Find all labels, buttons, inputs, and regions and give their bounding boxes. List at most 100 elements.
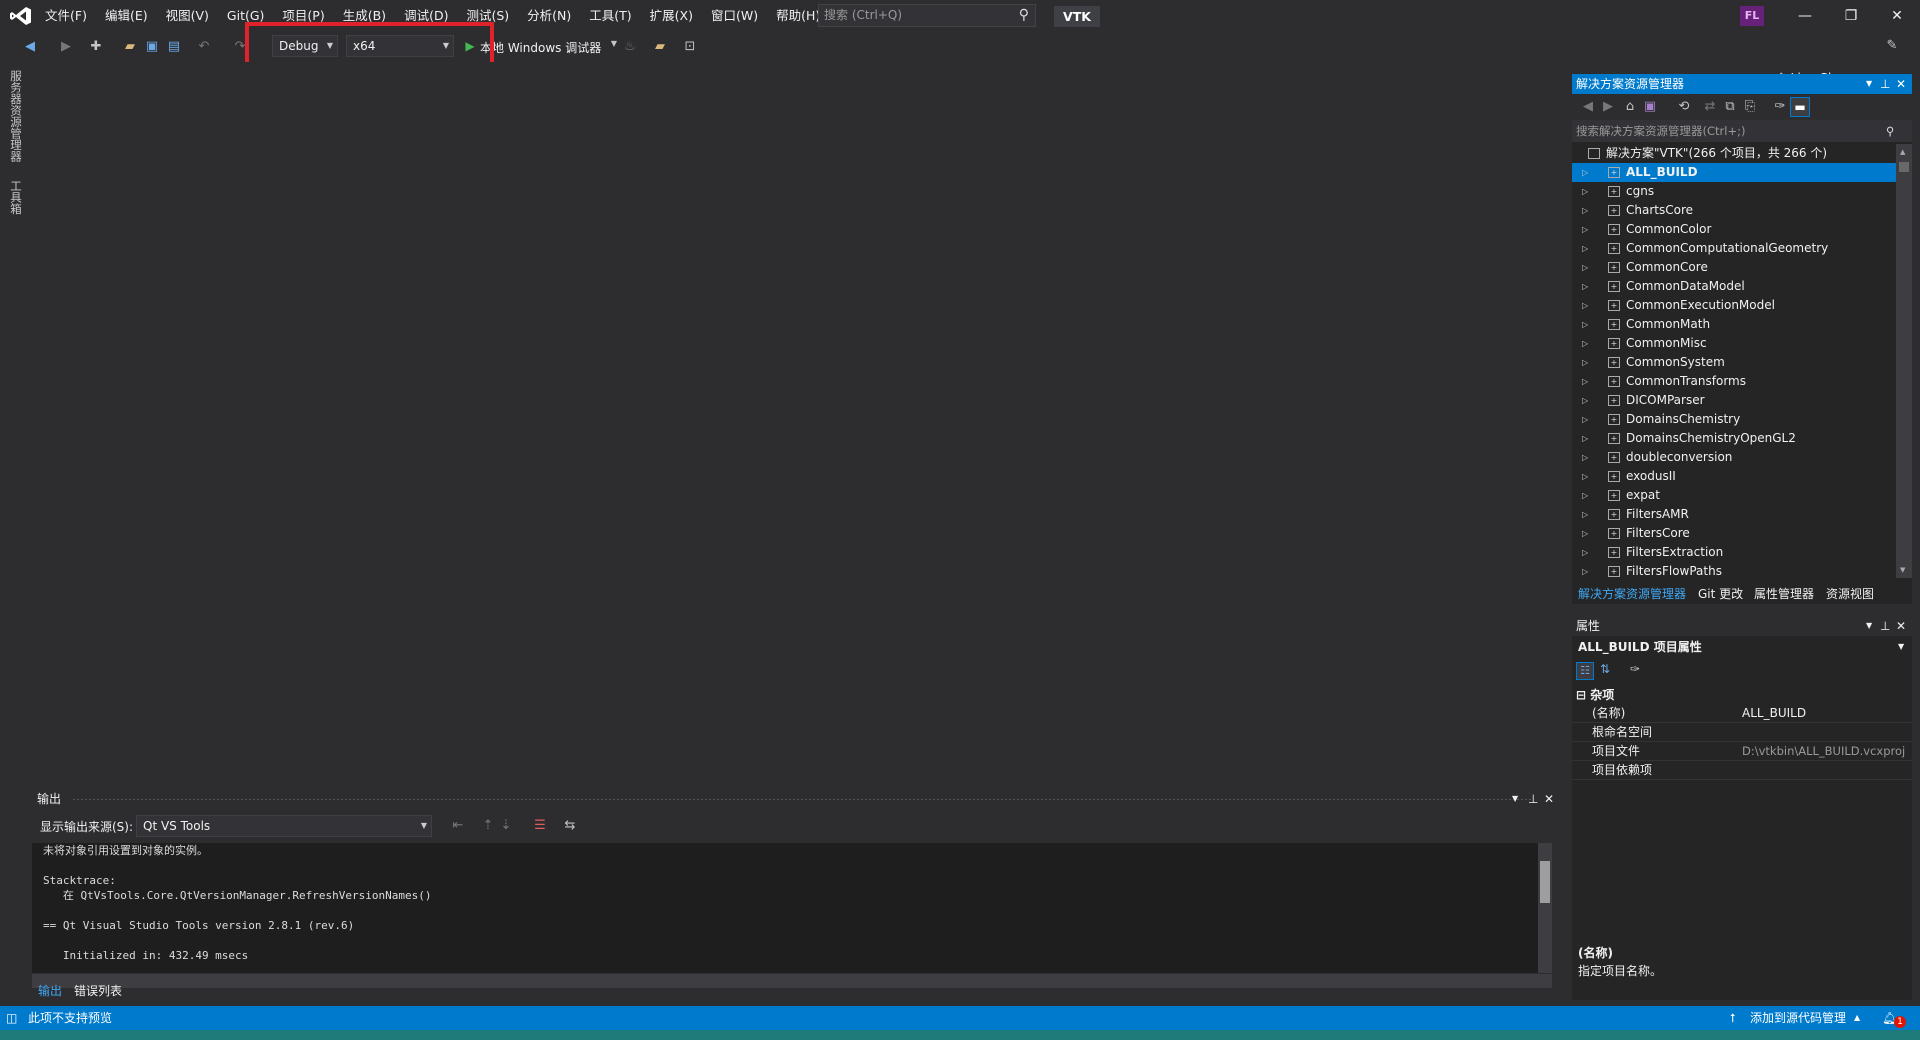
sync-icon[interactable]: ⇄ — [1702, 99, 1718, 114]
properties-wrench-icon[interactable]: ✑ — [1772, 99, 1788, 114]
minimize-button[interactable]: — — [1782, 0, 1828, 32]
restore-button[interactable]: ❐ — [1828, 0, 1874, 32]
find-message-icon[interactable]: ⇤ — [450, 818, 466, 833]
tree-item[interactable]: ▷ + FiltersAMR — [1572, 505, 1896, 524]
forward-icon[interactable]: ▶ — [1600, 99, 1616, 114]
expand-arrow-icon[interactable]: ▷ — [1582, 277, 1588, 296]
expand-arrow-icon[interactable]: ▷ — [1582, 562, 1588, 579]
scroll-thumb[interactable] — [1540, 861, 1550, 903]
clear-all-icon[interactable]: ☰ — [532, 818, 548, 833]
tree-item[interactable]: ▷ + CommonMath — [1572, 315, 1896, 334]
categorized-icon[interactable]: ☷ — [1576, 662, 1594, 680]
save-icon[interactable]: ▣ — [144, 39, 160, 54]
tree-item[interactable]: ▷ + FiltersFlowPaths — [1572, 562, 1896, 579]
tree-item[interactable]: ▷ + CommonExecutionModel — [1572, 296, 1896, 315]
collapse-all-icon[interactable]: ⧉ — [1722, 99, 1738, 114]
tab-solution-explorer[interactable]: 解决方案资源管理器 — [1578, 584, 1686, 604]
close-icon[interactable]: ✕ — [1896, 616, 1906, 636]
expand-arrow-icon[interactable]: ▷ — [1582, 201, 1588, 220]
next-message-icon[interactable]: ⇣ — [498, 818, 514, 833]
alphabetical-icon[interactable]: ⇅ — [1600, 662, 1610, 676]
browse-icon[interactable]: ▰ — [652, 39, 668, 54]
toolbox-tab[interactable]: 工具箱 — [8, 180, 24, 215]
property-row[interactable]: 项目依赖项 — [1572, 761, 1912, 780]
tree-item[interactable]: ▷ + cgns — [1572, 182, 1896, 201]
tree-item[interactable]: ▷ + CommonComputationalGeometry — [1572, 239, 1896, 258]
forward-icon[interactable]: ▶ — [58, 39, 74, 54]
property-category[interactable]: ⊟ 杂项 — [1576, 686, 1614, 703]
tree-item[interactable]: ▷ + exodusII — [1572, 467, 1896, 486]
pin-icon[interactable]: ⊥ — [1880, 616, 1890, 636]
chevron-down-icon[interactable]: ▼ — [1866, 616, 1872, 636]
dock-grip[interactable] — [72, 798, 1532, 801]
back-icon[interactable]: ◀ — [22, 39, 38, 54]
tab-property-manager[interactable]: 属性管理器 — [1754, 584, 1814, 604]
menu-edit[interactable]: 编辑(E) — [96, 0, 157, 32]
tree-item[interactable]: ▷ + CommonMisc — [1572, 334, 1896, 353]
prev-message-icon[interactable]: ⇡ — [480, 818, 496, 833]
pin-icon[interactable]: ⊥ — [1528, 788, 1538, 810]
chevron-up-icon[interactable]: ▲ — [1854, 1006, 1860, 1030]
scroll-down-icon[interactable]: ▼ — [1900, 566, 1905, 574]
expand-arrow-icon[interactable]: ▷ — [1582, 258, 1588, 277]
preview-selected-icon[interactable]: ▬ — [1790, 97, 1810, 117]
tree-item[interactable]: ▷ + ALL_BUILD — [1572, 163, 1896, 182]
tree-item[interactable]: ▷ + DomainsChemistry — [1572, 410, 1896, 429]
tree-item[interactable]: ▷ + DomainsChemistryOpenGL2 — [1572, 429, 1896, 448]
open-folder-icon[interactable]: ▰ — [122, 39, 138, 54]
expand-arrow-icon[interactable]: ▷ — [1582, 372, 1588, 391]
tree-item[interactable]: ▷ + CommonColor — [1572, 220, 1896, 239]
menu-extensions[interactable]: 扩展(X) — [641, 0, 702, 32]
tree-item[interactable]: ▷ + ChartsCore — [1572, 201, 1896, 220]
pin-icon[interactable]: ⊥ — [1880, 74, 1890, 94]
expand-arrow-icon[interactable]: ▷ — [1582, 543, 1588, 562]
menu-view[interactable]: 视图(V) — [157, 0, 218, 32]
feedback-icon[interactable]: ✎ — [1884, 38, 1900, 53]
show-all-files-icon[interactable]: ⎘ — [1742, 99, 1758, 114]
server-explorer-tab[interactable]: 服务器资源管理器 — [8, 70, 24, 162]
start-debug-button[interactable]: 本地 Windows 调试器 — [480, 39, 601, 56]
pending-changes-icon[interactable]: ⟲ — [1676, 99, 1692, 114]
expand-arrow-icon[interactable]: ▷ — [1582, 429, 1588, 448]
expand-arrow-icon[interactable]: ▷ — [1582, 486, 1588, 505]
undo-icon[interactable]: ↶ — [196, 39, 212, 54]
property-pages-icon[interactable]: ✑ — [1630, 662, 1640, 676]
tree-item[interactable]: ▷ + CommonCore — [1572, 258, 1896, 277]
new-item-icon[interactable]: ✚ — [88, 39, 104, 54]
tree-item[interactable]: ▷ + DICOMParser — [1572, 391, 1896, 410]
tree-item[interactable]: ▷ + expat — [1572, 486, 1896, 505]
expand-arrow-icon[interactable]: ▷ — [1582, 239, 1588, 258]
tab-resource-view[interactable]: 资源视图 — [1826, 584, 1874, 604]
expand-arrow-icon[interactable]: ▷ — [1582, 220, 1588, 239]
tree-item[interactable]: ▷ + CommonTransforms — [1572, 372, 1896, 391]
expand-arrow-icon[interactable]: ▷ — [1582, 315, 1588, 334]
expand-arrow-icon[interactable]: ▷ — [1582, 467, 1588, 486]
close-icon[interactable]: ✕ — [1896, 74, 1906, 94]
switch-views-icon[interactable]: ▣ — [1642, 99, 1658, 114]
add-to-source-control-button[interactable]: 添加到源代码管理 — [1750, 1006, 1846, 1030]
expand-arrow-icon[interactable]: ▷ — [1582, 163, 1588, 182]
property-row[interactable]: 项目文件 D:\vtkbin\ALL_BUILD.vcxproj — [1572, 742, 1912, 761]
output-source-dropdown[interactable]: Qt VS Tools ▼ — [136, 815, 432, 837]
tree-item[interactable]: ▷ + FiltersExtraction — [1572, 543, 1896, 562]
tab-error-list[interactable]: 错误列表 — [74, 982, 122, 999]
menu-analyze[interactable]: 分析(N) — [518, 0, 580, 32]
close-button[interactable]: ✕ — [1874, 0, 1920, 32]
chevron-down-icon[interactable]: ▼ — [1512, 788, 1518, 810]
expand-arrow-icon[interactable]: ▷ — [1582, 353, 1588, 372]
property-row[interactable]: (名称) ALL_BUILD — [1572, 704, 1912, 723]
expand-arrow-icon[interactable]: ▷ — [1582, 524, 1588, 543]
output-scrollbar[interactable] — [1538, 843, 1552, 973]
word-wrap-icon[interactable]: ⇆ — [562, 818, 578, 833]
user-avatar[interactable]: FL — [1740, 6, 1764, 26]
expand-arrow-icon[interactable]: ▷ — [1582, 410, 1588, 429]
expand-arrow-icon[interactable]: ▷ — [1582, 182, 1588, 201]
tree-item[interactable]: ▷ + FiltersCore — [1572, 524, 1896, 543]
solution-search-input[interactable]: 搜索解决方案资源管理器(Ctrl+;) ⚲ — [1572, 120, 1912, 142]
hot-reload-icon[interactable]: ♨ — [622, 39, 638, 54]
output-text-area[interactable]: 未将对象引用设置到对象的实例。 Stacktrace: 在 QtVsTools.… — [32, 843, 1552, 973]
tree-item[interactable]: ▷ + CommonDataModel — [1572, 277, 1896, 296]
menu-tools[interactable]: 工具(T) — [580, 0, 640, 32]
search-input[interactable]: 搜索 (Ctrl+Q) ⚲ — [818, 4, 1036, 27]
properties-object-selector[interactable]: ALL_BUILD 项目属性 ▼ — [1572, 636, 1912, 658]
